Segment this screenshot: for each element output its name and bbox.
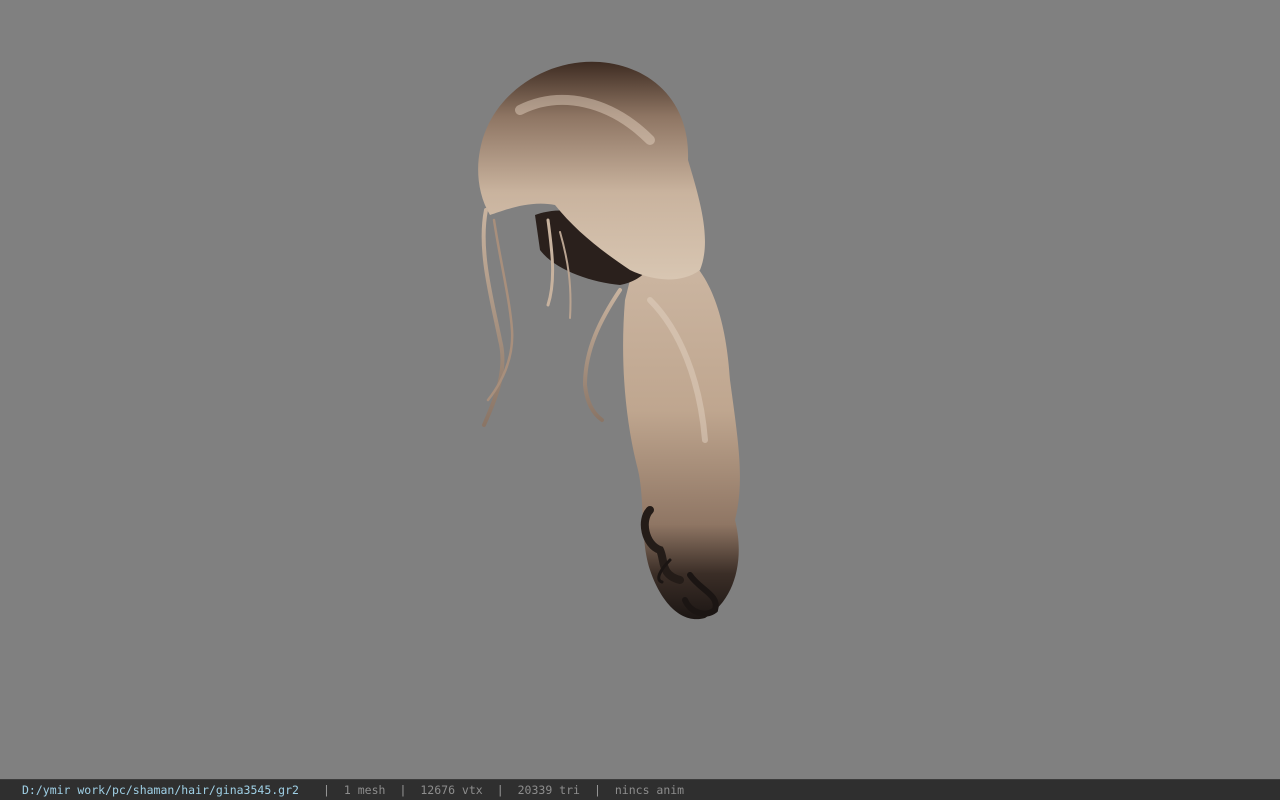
- animation-status: nincs anim: [614, 783, 685, 797]
- separator: |: [399, 783, 407, 797]
- separator: |: [496, 783, 504, 797]
- status-bar: D:/ymir work/pc/shaman/hair/gina3545.gr2…: [0, 779, 1280, 800]
- separator: |: [322, 783, 330, 797]
- separator: |: [593, 783, 601, 797]
- vertex-count: 12676 vtx: [420, 783, 483, 797]
- mesh-count: 1 mesh: [343, 783, 386, 797]
- hair-model: [478, 61, 740, 620]
- file-path: D:/ymir work/pc/shaman/hair/gina3545.gr2: [22, 783, 299, 797]
- 3d-viewport[interactable]: [0, 0, 1280, 779]
- triangle-count: 20339 tri: [517, 783, 580, 797]
